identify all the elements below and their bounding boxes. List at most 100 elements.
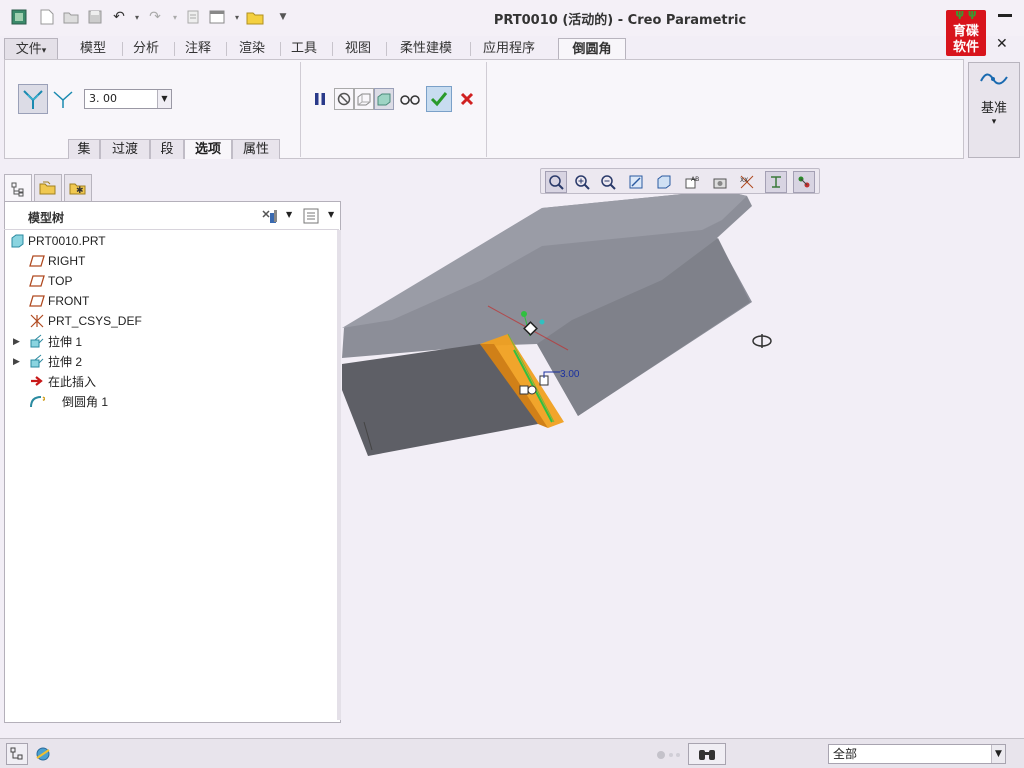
tree-item-extrude-1[interactable]: ▶ 拉伸 1 bbox=[5, 331, 340, 351]
svg-text:✱: ✱ bbox=[76, 186, 84, 196]
close-window-icon[interactable] bbox=[246, 8, 264, 26]
tree-settings-button[interactable] bbox=[260, 207, 280, 228]
window-title: PRT0010 (活动的) - Creo Parametric bbox=[493, 13, 747, 28]
no-preview-button[interactable] bbox=[334, 88, 354, 110]
tree-item-round-1[interactable]: ✱ 倒圆角 1 bbox=[5, 391, 340, 411]
cancel-button[interactable] bbox=[456, 88, 478, 110]
regenerate-icon[interactable] bbox=[184, 8, 202, 26]
subtab-options[interactable]: 选项 bbox=[184, 139, 232, 159]
tree-item-right[interactable]: RIGHT bbox=[5, 251, 340, 271]
pause-button[interactable] bbox=[310, 88, 330, 110]
tab-analysis[interactable]: 分析 bbox=[124, 38, 168, 60]
tab-annotate[interactable]: 注释 bbox=[176, 38, 220, 60]
graphics-window[interactable]: 3.00 bbox=[342, 160, 1024, 736]
tree-show-button[interactable] bbox=[302, 207, 320, 228]
subtab-properties[interactable]: 属性 bbox=[232, 139, 280, 159]
display-style-icon bbox=[657, 175, 671, 189]
app-icon[interactable] bbox=[10, 8, 28, 26]
verify-mode-button[interactable] bbox=[374, 88, 394, 110]
tab-round[interactable]: 倒圆角 bbox=[558, 38, 626, 60]
extrude-icon bbox=[29, 333, 45, 349]
constant-round-icon bbox=[23, 90, 43, 109]
zoom-out-button[interactable] bbox=[597, 171, 619, 193]
tab-view[interactable]: 视图 bbox=[334, 38, 382, 60]
windows-dropdown-icon[interactable]: ▾ bbox=[228, 8, 246, 26]
tree-item-csys[interactable]: PRT_CSYS_DEF bbox=[5, 311, 340, 331]
datum-group[interactable]: 基准 ▾ bbox=[968, 62, 1020, 158]
svg-text:✱: ✱ bbox=[42, 394, 45, 404]
toggle-browser-button[interactable] bbox=[32, 743, 54, 765]
tab-flexible-modeling[interactable]: 柔性建模 bbox=[388, 38, 464, 60]
new-icon[interactable] bbox=[38, 8, 56, 26]
svg-text:AB: AB bbox=[691, 176, 699, 183]
chevron-down-icon[interactable]: ▼ bbox=[286, 210, 292, 219]
subtab-pieces[interactable]: 段 bbox=[150, 139, 184, 159]
expand-icon[interactable]: ▶ bbox=[13, 336, 23, 347]
tab-applications[interactable]: 应用程序 bbox=[472, 38, 546, 60]
spin-center-button[interactable] bbox=[793, 171, 815, 193]
subtab-sets[interactable]: 集 bbox=[68, 139, 100, 159]
repaint-button[interactable] bbox=[625, 171, 647, 193]
tree-item-front[interactable]: FRONT bbox=[5, 291, 340, 311]
model-viewport[interactable]: 3.00 bbox=[342, 160, 1024, 736]
customize-icon[interactable]: ▼ bbox=[274, 8, 292, 26]
tab-file[interactable]: 文件▾ bbox=[4, 38, 58, 60]
variable-round-button[interactable] bbox=[50, 84, 76, 114]
open-icon[interactable] bbox=[62, 8, 80, 26]
tab-model[interactable]: 模型 bbox=[68, 38, 118, 60]
verify-mode-icon bbox=[377, 93, 391, 106]
datum-display-button[interactable]: XX bbox=[737, 171, 759, 193]
display-style-button[interactable] bbox=[653, 171, 675, 193]
pause-icon bbox=[315, 93, 325, 105]
repaint-icon bbox=[629, 175, 643, 189]
expand-icon[interactable]: ▶ bbox=[13, 356, 23, 367]
find-button[interactable] bbox=[688, 743, 726, 765]
tab-render[interactable]: 渲染 bbox=[228, 38, 276, 60]
spin-center-toolbar-icon bbox=[798, 176, 810, 188]
constant-round-button[interactable] bbox=[18, 84, 48, 114]
tree-item-insert-here[interactable]: 在此插入 bbox=[5, 371, 340, 391]
geometry-preview-button[interactable] bbox=[354, 88, 374, 110]
view-manager-button[interactable] bbox=[709, 171, 731, 193]
save-icon[interactable] bbox=[86, 8, 104, 26]
tree-item-top[interactable]: TOP bbox=[5, 271, 340, 291]
chevron-down-icon[interactable]: ▼ bbox=[328, 210, 334, 219]
toggle-navigator-button[interactable] bbox=[6, 743, 28, 765]
annotation-display-button[interactable] bbox=[765, 171, 787, 193]
refit-button[interactable] bbox=[545, 171, 567, 193]
redo-dropdown-icon[interactable]: ▾ bbox=[166, 8, 184, 26]
confirm-button[interactable] bbox=[426, 86, 452, 112]
radius-dropdown[interactable]: 3. 00 ▼ bbox=[84, 89, 172, 109]
tree-item-part[interactable]: PRT0010.PRT bbox=[5, 231, 340, 251]
minimize-icon[interactable] bbox=[998, 14, 1012, 17]
binoculars-icon bbox=[699, 750, 715, 760]
tab-folder-browser[interactable] bbox=[34, 174, 62, 202]
tab-favorites[interactable]: ✱ bbox=[64, 174, 92, 202]
undo-icon[interactable]: ↶ bbox=[110, 8, 128, 26]
model-tree-title: 模型树 bbox=[28, 211, 65, 225]
insert-here-icon bbox=[29, 373, 45, 389]
datum-icon bbox=[980, 73, 1008, 85]
logo-leaf-icon: ψ ψ bbox=[955, 7, 977, 20]
camera-icon bbox=[713, 178, 727, 189]
tab-model-tree[interactable] bbox=[4, 174, 32, 202]
zoom-in-button[interactable] bbox=[571, 171, 593, 193]
panel-scrollbar[interactable] bbox=[337, 230, 341, 720]
tab-tools[interactable]: 工具 bbox=[282, 38, 326, 60]
preview-glasses-button[interactable] bbox=[398, 88, 422, 110]
datum-plane-icon bbox=[29, 293, 45, 309]
radius-dimension-label[interactable]: 3.00 bbox=[560, 369, 580, 380]
tree-item-extrude-2[interactable]: ▶ 拉伸 2 bbox=[5, 351, 340, 371]
saved-views-button[interactable]: AB bbox=[681, 171, 703, 193]
redo-icon[interactable]: ↷ bbox=[146, 8, 164, 26]
title-bar: ↶ ▾ ↷ ▾ ▾ ▼ PRT0010 (活动的) - Creo Paramet… bbox=[0, 0, 1024, 56]
selection-filter-value: 全部 bbox=[833, 747, 858, 761]
round-anchor-handle bbox=[527, 385, 537, 395]
zoom-in-icon bbox=[575, 175, 590, 190]
subtab-transitions[interactable]: 过渡 bbox=[100, 139, 150, 159]
datum-label: 基准 bbox=[980, 101, 1007, 116]
selection-filter[interactable]: 全部 ▼ bbox=[828, 744, 1006, 764]
check-icon bbox=[430, 92, 448, 107]
undo-dropdown-icon[interactable]: ▾ bbox=[128, 8, 146, 26]
windows-icon[interactable] bbox=[208, 8, 226, 26]
